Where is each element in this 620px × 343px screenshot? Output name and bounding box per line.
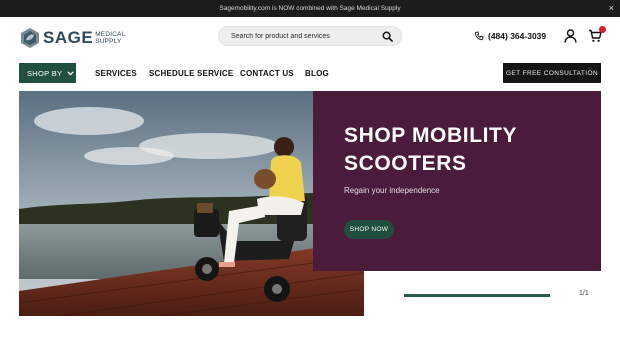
search-input[interactable] <box>219 32 379 40</box>
hero-title: SHOP MOBILITY SCOOTERS <box>344 124 517 175</box>
chevron-down-icon <box>67 70 74 75</box>
logo-tagline-line2: Supply <box>95 38 122 45</box>
sage-leaf-logo-icon <box>21 28 39 48</box>
slider-progress-bar <box>404 294 550 297</box>
slider-progress-fill <box>404 294 550 297</box>
slide-counter: 1/1 <box>579 290 589 297</box>
site-logo[interactable]: SAGE Medical Supply <box>19 27 125 49</box>
hero-subtitle: Regain your independence <box>344 186 440 195</box>
logo-tagline: Medical Supply <box>93 31 125 45</box>
phone-icon <box>474 31 484 41</box>
announcement-text: Sagemobility.com is NOW combined with Sa… <box>219 5 401 12</box>
close-icon[interactable]: × <box>609 3 614 14</box>
nav-link-contact-us[interactable]: CONTACT US <box>240 63 294 83</box>
nav-link-services[interactable]: SERVICES <box>95 63 137 83</box>
logo-wordmark: SAGE <box>43 28 94 47</box>
free-consultation-button[interactable]: GET FREE CONSULTATION <box>503 63 601 83</box>
search-bar <box>218 26 402 46</box>
cart-button[interactable] <box>588 26 606 48</box>
announcement-bar: Sagemobility.com is NOW combined with Sa… <box>0 0 620 17</box>
phone-link[interactable]: (484) 364-3039 <box>474 31 546 41</box>
account-button[interactable] <box>564 29 577 48</box>
logo-tagline-line1: Medical <box>95 31 126 38</box>
cart-count-badge <box>599 26 606 33</box>
site-header: SAGE Medical Supply (484) 364-3039 <box>0 17 620 57</box>
main-nav: SHOP BY SERVICES SCHEDULE SERVICE CONTAC… <box>0 63 620 83</box>
shop-now-button[interactable]: SHOP NOW <box>344 220 394 239</box>
hero-panel: SHOP MOBILITY SCOOTERS Regain your indep… <box>313 91 601 271</box>
search-icon[interactable] <box>382 31 393 42</box>
shop-by-menu[interactable]: SHOP BY <box>19 63 76 83</box>
phone-number: (484) 364-3039 <box>488 31 547 41</box>
shop-by-label: SHOP BY <box>27 68 63 78</box>
nav-link-schedule-service[interactable]: SCHEDULE SERVICE <box>149 63 233 83</box>
nav-link-blog[interactable]: BLOG <box>305 63 329 83</box>
user-icon <box>564 29 577 43</box>
